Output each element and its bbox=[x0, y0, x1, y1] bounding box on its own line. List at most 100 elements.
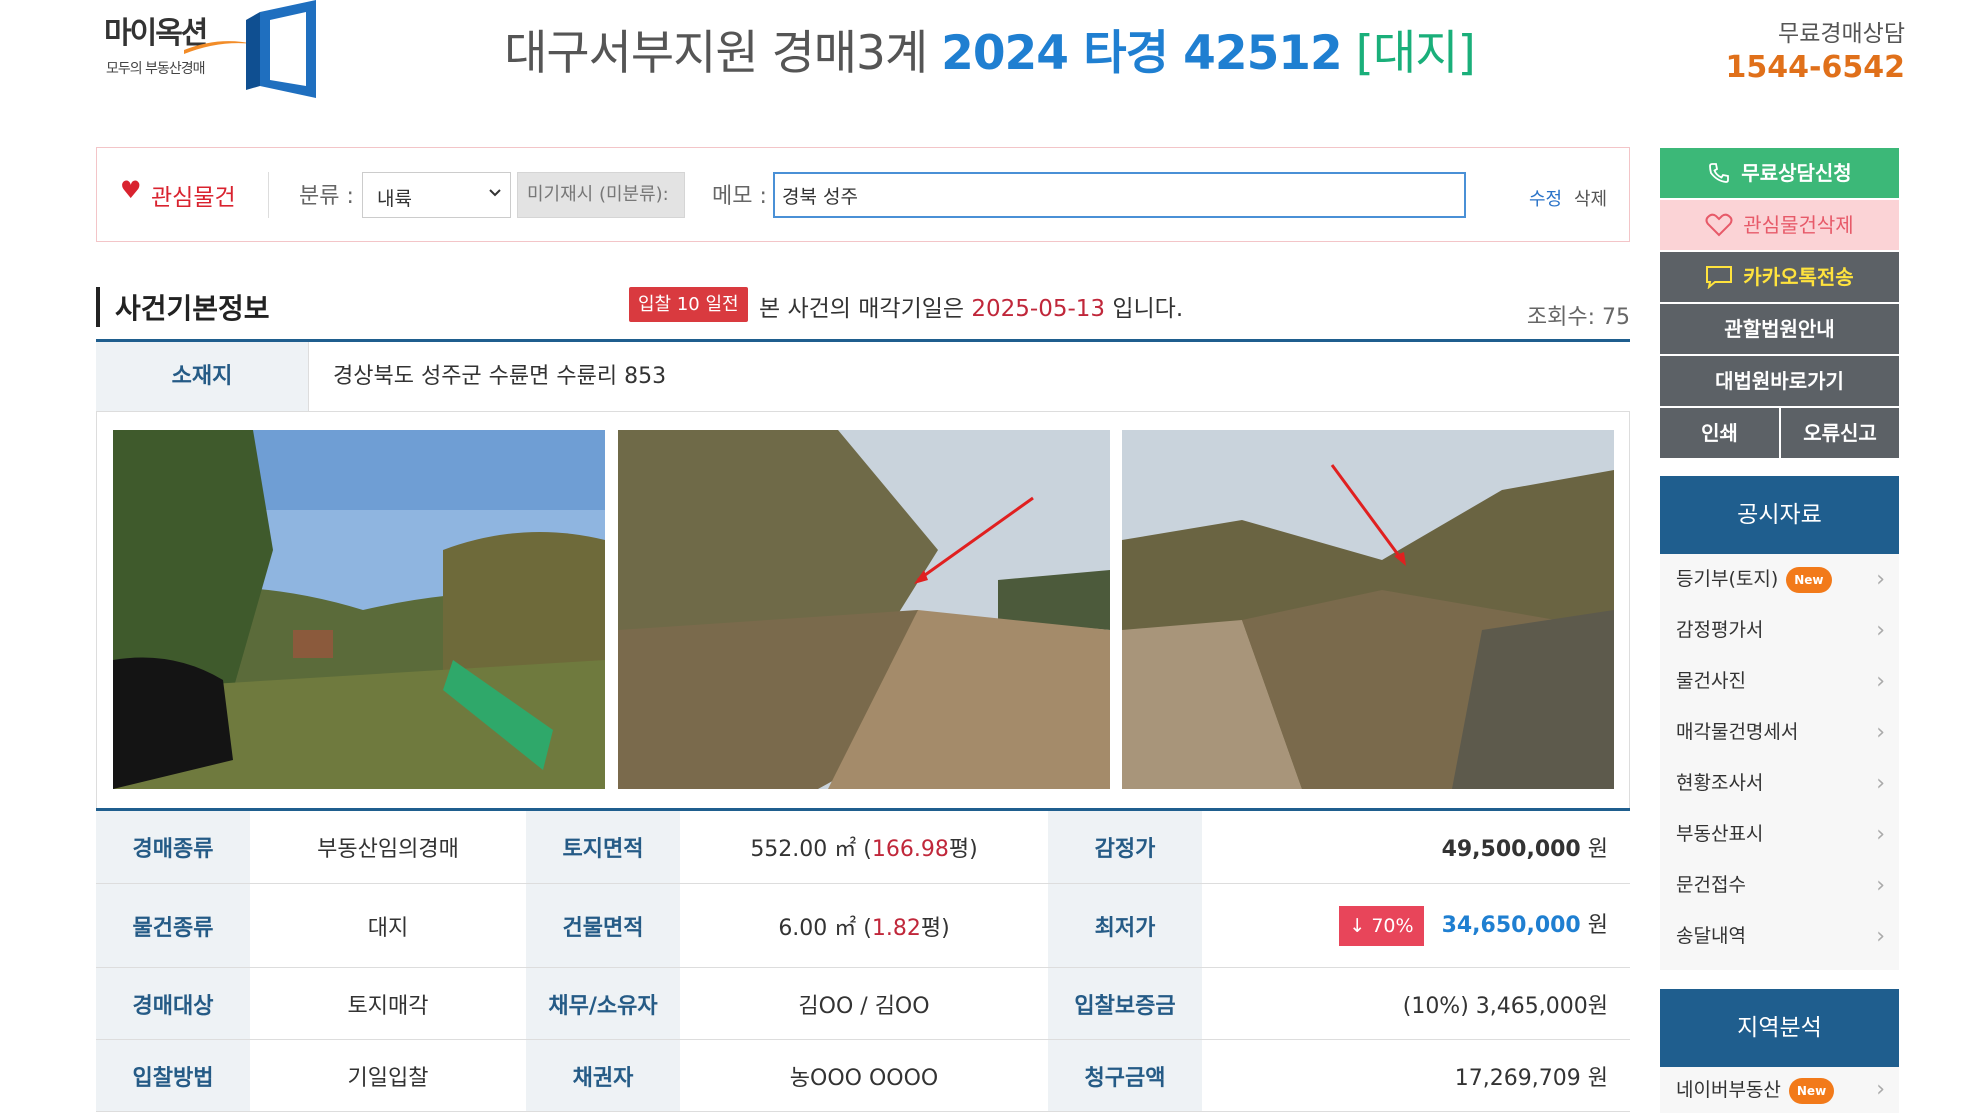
view-count: 조회수: 75 bbox=[1526, 305, 1630, 330]
chat-bubble-icon bbox=[1706, 265, 1733, 289]
chevron-right-icon: › bbox=[1876, 771, 1885, 796]
edit-button[interactable]: 수정 bbox=[1529, 185, 1562, 211]
sidebar-item-registry[interactable]: 등기부(토지) New › bbox=[1660, 554, 1899, 605]
sale-prefix: 본 사건의 매각기일은 bbox=[759, 296, 965, 322]
land-area-pyeong: 166.98 bbox=[871, 837, 949, 862]
creditor-label: 채권자 bbox=[526, 1039, 680, 1112]
chevron-right-icon: › bbox=[1876, 720, 1885, 745]
region-panel-title: 지역분석 bbox=[1660, 989, 1899, 1067]
unclassified-field[interactable]: 미기재시 (미분류): bbox=[517, 172, 685, 218]
building-area-pyeong: 1.82 bbox=[871, 915, 921, 941]
chevron-right-icon: › bbox=[1876, 873, 1885, 898]
table-row: 입찰방법 기일입찰 채권자 농OOO OOOO 청구금액 17,269,709 … bbox=[96, 1039, 1630, 1112]
table-row: 물건종류 대지 건물면적 6.00 ㎡ (1.82평) 최저가 ↓ 70% 34,… bbox=[96, 883, 1630, 968]
chevron-right-icon: › bbox=[1876, 924, 1885, 949]
case-number: 2024 타경 42512 bbox=[941, 26, 1343, 81]
minimum-price-value: ↓ 70% 34,650,000 원 bbox=[1202, 883, 1630, 968]
claim-amount-value: 17,269,709 원 bbox=[1202, 1039, 1630, 1112]
delete-button[interactable]: 삭제 bbox=[1574, 185, 1607, 211]
supreme-court-button[interactable]: 대법원바로가기 bbox=[1660, 356, 1899, 406]
category-select[interactable]: 내륙 bbox=[362, 172, 511, 218]
chevron-right-icon: › bbox=[1876, 567, 1885, 592]
free-consult-button[interactable]: 무료상담신청 bbox=[1660, 148, 1899, 198]
location-label: 소재지 bbox=[96, 342, 309, 411]
sidebar-item-documents[interactable]: 문건접수 › bbox=[1660, 860, 1899, 911]
divider bbox=[268, 172, 269, 218]
new-badge: New bbox=[1788, 1077, 1835, 1104]
page-title: 대구서부지원 경매3계 2024 타경 42512 [대지] bbox=[0, 14, 1979, 83]
property-type-label: 물건종류 bbox=[96, 883, 250, 968]
sidebar-item-photos[interactable]: 물건사진 › bbox=[1660, 656, 1899, 707]
category-select-value: 내륙 bbox=[377, 188, 412, 210]
deposit-value: (10%) 3,465,000원 bbox=[1202, 967, 1630, 1040]
appraisal-value: 49,500,000 원 bbox=[1202, 809, 1630, 884]
phone-icon bbox=[1709, 162, 1730, 183]
report-error-button[interactable]: 오류신고 bbox=[1781, 408, 1899, 458]
building-area-label: 건물면적 bbox=[526, 883, 680, 968]
location-row: 소재지 경상북도 성주군 수륜면 수륜리 853 bbox=[96, 339, 1630, 412]
bid-method-value: 기일입찰 bbox=[250, 1039, 526, 1112]
auction-type-value: 부동산임의경매 bbox=[250, 809, 526, 884]
favorite-delete-button[interactable]: 관심물건삭제 bbox=[1660, 200, 1899, 250]
section-marker bbox=[96, 287, 100, 327]
property-category: [대지] bbox=[1355, 26, 1476, 81]
chevron-right-icon: › bbox=[1876, 1077, 1885, 1102]
property-photo[interactable] bbox=[618, 430, 1110, 789]
sidebar-item-sale-spec[interactable]: 매각물건명세서 › bbox=[1660, 707, 1899, 758]
location-value: 경상북도 성주군 수륜면 수륜리 853 bbox=[333, 364, 667, 389]
minimum-price-label: 최저가 bbox=[1048, 883, 1202, 968]
sidebar-item-naver-realestate[interactable]: 네이버부동산 New › bbox=[1660, 1067, 1899, 1113]
new-badge: New bbox=[1786, 566, 1832, 593]
sidebar-item-appraisal[interactable]: 감정평가서 › bbox=[1660, 605, 1899, 656]
sidebar-item-delivery[interactable]: 송달내역 › bbox=[1660, 911, 1899, 962]
chevron-down-icon bbox=[489, 189, 501, 197]
print-button[interactable]: 인쇄 bbox=[1660, 408, 1779, 458]
consult-label: 무료경매상담 bbox=[1778, 21, 1905, 47]
land-area-value: 552.00 ㎡ (166.98평) bbox=[680, 809, 1048, 884]
region-panel: 지역분석 네이버부동산 New › bbox=[1660, 989, 1899, 1113]
days-left-badge: 입찰 10 일전 bbox=[629, 287, 748, 322]
section-title: 사건기본정보 bbox=[115, 292, 270, 325]
category-label: 분류 : bbox=[299, 184, 354, 209]
minimum-rate-badge: ↓ 70% bbox=[1339, 905, 1424, 946]
heart-outline-icon bbox=[1705, 213, 1733, 236]
sidebar-item-survey[interactable]: 현황조사서 › bbox=[1660, 758, 1899, 809]
bid-method-label: 입찰방법 bbox=[96, 1039, 250, 1112]
minimum-price-amount: 34,650,000 bbox=[1441, 912, 1581, 938]
kakao-send-button[interactable]: 카카오톡전송 bbox=[1660, 252, 1899, 302]
debtor-owner-value: 김OO / 김OO bbox=[680, 967, 1048, 1040]
sidebar-item-property-display[interactable]: 부동산표시 › bbox=[1660, 809, 1899, 860]
favorite-bar: ♥ 관심물건 분류 : 내륙 미기재시 (미분류): 메모 : 수정 삭제 bbox=[96, 147, 1630, 242]
case-info-table: 경매종류 부동산임의경매 토지면적 552.00 ㎡ (166.98평) 감정가… bbox=[96, 808, 1630, 1112]
building-area-value: 6.00 ㎡ (1.82평) bbox=[680, 883, 1048, 968]
sale-date-notice: 본 사건의 매각기일은 2025-05-13 입니다. bbox=[759, 289, 1183, 323]
chevron-right-icon: › bbox=[1876, 822, 1885, 847]
creditor-value: 농OOO OOOO bbox=[680, 1039, 1048, 1112]
debtor-owner-label: 채무/소유자 bbox=[526, 967, 680, 1040]
table-row: 경매종류 부동산임의경매 토지면적 552.00 ㎡ (166.98평) 감정가… bbox=[96, 809, 1630, 884]
property-photo[interactable] bbox=[1122, 430, 1614, 789]
favorite-label[interactable]: 관심물건 bbox=[151, 178, 236, 212]
sale-date: 2025-05-13 bbox=[971, 296, 1106, 322]
chevron-right-icon: › bbox=[1876, 618, 1885, 643]
memo-input[interactable] bbox=[773, 172, 1466, 218]
deposit-label: 입찰보증금 bbox=[1048, 967, 1202, 1040]
table-row: 경매대상 토지매각 채무/소유자 김OO / 김OO 입찰보증금 (10%) 3… bbox=[96, 967, 1630, 1040]
land-area-label: 토지면적 bbox=[526, 809, 680, 884]
auction-target-value: 토지매각 bbox=[250, 967, 526, 1040]
court-info-button[interactable]: 관할법원안내 bbox=[1660, 304, 1899, 354]
notice-panel: 공시자료 등기부(토지) New › 감정평가서 › 물건사진 › 매각물건명세서 › 현… bbox=[1660, 476, 1899, 970]
court-name: 대구서부지원 경매3계 bbox=[504, 26, 928, 81]
property-photo[interactable] bbox=[113, 430, 605, 789]
heart-icon: ♥ bbox=[120, 176, 142, 204]
appraisal-label: 감정가 bbox=[1048, 809, 1202, 884]
claim-amount-label: 청구금액 bbox=[1048, 1039, 1202, 1112]
photo-gallery bbox=[96, 412, 1630, 808]
auction-target-label: 경매대상 bbox=[96, 967, 250, 1040]
auction-type-label: 경매종류 bbox=[96, 809, 250, 884]
appraisal-amount: 49,500,000 bbox=[1441, 837, 1581, 862]
notice-panel-title: 공시자료 bbox=[1660, 476, 1899, 554]
kakao-send-label: 카카오톡전송 bbox=[1743, 265, 1854, 289]
consult-phone[interactable]: 1544-6542 bbox=[1726, 50, 1905, 85]
consult-contact: 무료경매상담 1544-6542 bbox=[1726, 14, 1905, 85]
